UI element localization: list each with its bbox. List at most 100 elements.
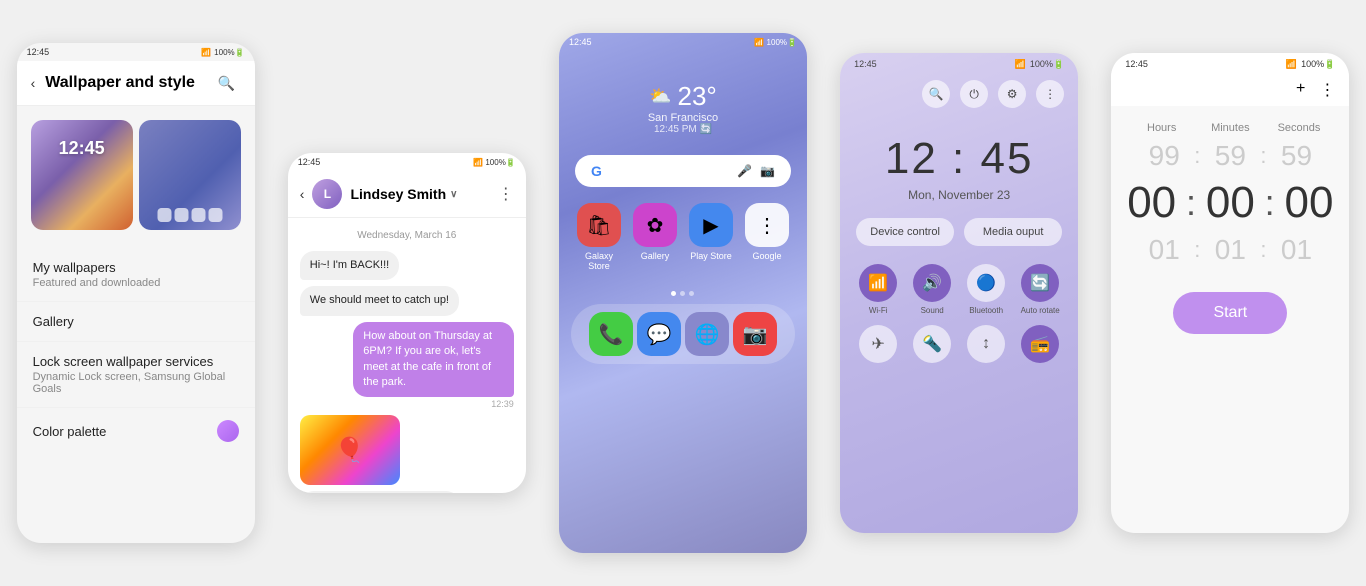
date-label: Wednesday, March 16 <box>300 230 514 241</box>
phone4-clock-screen: 12:45 📶 100%🔋 🔍 ⏻ ⚙ ⋮ 12 : 45 Mon, Novem… <box>840 53 1078 533</box>
lock-screen-thumb[interactable]: 12:45 <box>31 120 133 230</box>
phone1-header: ‹ Wallpaper and style 🔍 <box>17 61 255 106</box>
airplane-toggle[interactable]: ✈ <box>856 325 900 363</box>
back-icon[interactable]: ‹ <box>31 75 36 91</box>
contact-avatar: L <box>312 179 342 209</box>
dock-phone[interactable]: 📞 <box>589 312 633 356</box>
set-minutes[interactable]: 59 <box>1200 140 1260 172</box>
lock-wallpaper-clock: 12:45 <box>59 138 105 159</box>
start-button[interactable]: Start <box>1173 292 1287 334</box>
gallery-label: Gallery <box>33 314 239 329</box>
main-colon1: : <box>1186 182 1196 224</box>
dot-3 <box>689 291 694 296</box>
next-seconds[interactable]: 01 <box>1266 234 1326 266</box>
timer-main-row: 00 : 00 : 00 <box>1111 174 1349 232</box>
phone3-status-icons: 📶 100%🔋 <box>754 38 797 47</box>
settings-icon[interactable]: ⚙ <box>998 80 1026 108</box>
balloon-image: 🎈 <box>300 415 400 485</box>
flashlight-toggle[interactable]: 🔦 <box>910 325 954 363</box>
lock-screen-services-item[interactable]: Lock screen wallpaper services Dynamic L… <box>17 342 255 408</box>
mic-icon[interactable]: 🎤 <box>737 164 752 178</box>
search-icon[interactable]: 🔍 <box>922 80 950 108</box>
power-icon[interactable]: ⏻ <box>960 80 988 108</box>
page-title: Wallpaper and style <box>45 74 202 92</box>
play-store-icon: ▶ <box>689 203 733 247</box>
color-palette-item[interactable]: Color palette <box>17 408 255 454</box>
next-hours[interactable]: 01 <box>1134 234 1194 266</box>
set-hours[interactable]: 99 <box>1134 140 1194 172</box>
next-minutes[interactable]: 01 <box>1200 234 1260 266</box>
color-dot <box>217 420 239 442</box>
sound-label: Sound <box>921 306 944 315</box>
minutes-label: Minutes <box>1200 122 1260 134</box>
nfc-toggle[interactable]: 📻 <box>1018 325 1062 363</box>
search-bar[interactable]: G 🎤 📷 <box>575 155 791 187</box>
phone3-home-screen: 12:45 📶 100%🔋 ⛅ 23° San Francisco 12:45 … <box>559 33 807 553</box>
more-icon[interactable]: ⋮ <box>1036 80 1064 108</box>
app-galaxy-store[interactable]: 🛍 Galaxy Store <box>575 203 623 271</box>
wifi-label: Wi-Fi <box>869 306 888 315</box>
lock-screen-services-label: Lock screen wallpaper services <box>33 354 239 369</box>
search-icon[interactable]: 🔍 <box>213 69 241 97</box>
bluetooth-label: Bluetooth <box>969 306 1003 315</box>
dock-browser[interactable]: 🌐 <box>685 312 729 356</box>
message-bubble-2: We should meet to catch up! <box>300 286 459 315</box>
messages-area: Wednesday, March 16 Hi~! I'm BACK!!! We … <box>288 218 526 493</box>
message-bubble-3: How about on Thursday at 6PM? If you are… <box>353 322 514 398</box>
phone5-status-bar: 12:45 📶 100%🔋 <box>1111 53 1349 74</box>
dot-2 <box>680 291 685 296</box>
clock-time: 12 : 45 <box>840 134 1078 184</box>
phone5-timer: 12:45 📶 100%🔋 + ⋮ Hours Minutes Seconds … <box>1111 53 1349 533</box>
device-control-btn[interactable]: Device control <box>856 218 954 246</box>
clock-date: Mon, November 23 <box>840 188 1078 202</box>
gallery-item[interactable]: Gallery <box>17 302 255 342</box>
app-gallery[interactable]: ✿ Gallery <box>631 203 679 271</box>
lens-icon[interactable]: 📷 <box>760 164 775 178</box>
main-minutes[interactable]: 00 <box>1198 178 1263 228</box>
app-google[interactable]: ⋮ Google <box>743 203 791 271</box>
dot-1 <box>671 291 676 296</box>
my-wallpapers-item[interactable]: My wallpapers Featured and downloaded <box>17 248 255 302</box>
app-grid: 🛍 Galaxy Store ✿ Gallery ▶ Play Store ⋮ … <box>559 203 807 283</box>
phone2-status-bar: 12:45 📶 100%🔋 <box>288 153 526 171</box>
google-g-icon: G <box>591 163 602 179</box>
phone5-time: 12:45 <box>1125 59 1148 70</box>
phone4-icons-bar: 🔍 ⏻ ⚙ ⋮ <box>840 74 1078 114</box>
lock-screen-services-subtitle: Dynamic Lock screen, Samsung Global Goal… <box>33 371 239 395</box>
sound-toggle[interactable]: 🔊 Sound <box>910 264 954 315</box>
wifi-toggle[interactable]: 📶 Wi-Fi <box>856 264 900 315</box>
bluetooth-toggle[interactable]: 🔵 Bluetooth <box>964 264 1008 315</box>
contact-name[interactable]: Lindsey Smith ∨ <box>350 186 457 202</box>
phone2-messaging: 12:45 📶 100%🔋 ‹ L Lindsey Smith ∨ ⋮ Wedn… <box>288 153 526 493</box>
phone1-status-bar: 12:45 📶 100%🔋 <box>17 43 255 61</box>
galaxy-store-label: Galaxy Store <box>575 251 623 271</box>
main-seconds[interactable]: 00 <box>1277 178 1342 228</box>
more-icon[interactable]: ⋮ <box>1319 80 1335 100</box>
sound-icon: 🔊 <box>913 264 951 302</box>
set-seconds[interactable]: 59 <box>1266 140 1326 172</box>
dock-camera[interactable]: 📷 <box>733 312 777 356</box>
auto-rotate-toggle[interactable]: 🔄 Auto rotate <box>1018 264 1062 315</box>
home-mini-icons <box>157 208 222 222</box>
timer-labels: Hours Minutes Seconds <box>1111 106 1349 138</box>
main-hours[interactable]: 00 <box>1119 178 1184 228</box>
message-bubble-4: Sounds good. I'll see you then. <box>300 491 461 493</box>
back-icon[interactable]: ‹ <box>300 186 305 202</box>
add-icon[interactable]: + <box>1296 80 1305 100</box>
phone5-status-icons: 📶 100%🔋 <box>1286 59 1335 70</box>
auto-rotate-label: Auto rotate <box>1021 306 1060 315</box>
my-wallpapers-subtitle: Featured and downloaded <box>33 277 239 289</box>
media-output-btn[interactable]: Media ouput <box>964 218 1062 246</box>
bluetooth-icon: 🔵 <box>967 264 1005 302</box>
dock-messages[interactable]: 💬 <box>637 312 681 356</box>
sent-message-group: How about on Thursday at 6PM? If you are… <box>300 322 514 410</box>
more-icon[interactable]: ⋮ <box>498 184 514 204</box>
data-saver-toggle[interactable]: ↕ <box>964 325 1008 363</box>
phone1-time: 12:45 <box>27 47 50 57</box>
home-screen-thumb[interactable] <box>139 120 241 230</box>
google-icon: ⋮ <box>745 203 789 247</box>
app-play-store[interactable]: ▶ Play Store <box>687 203 735 271</box>
flashlight-icon: 🔦 <box>913 325 951 363</box>
received-message-group: Sounds good. I'll see you then. 12:40 <box>300 491 514 493</box>
phone5-toolbar: + ⋮ <box>1111 74 1349 106</box>
